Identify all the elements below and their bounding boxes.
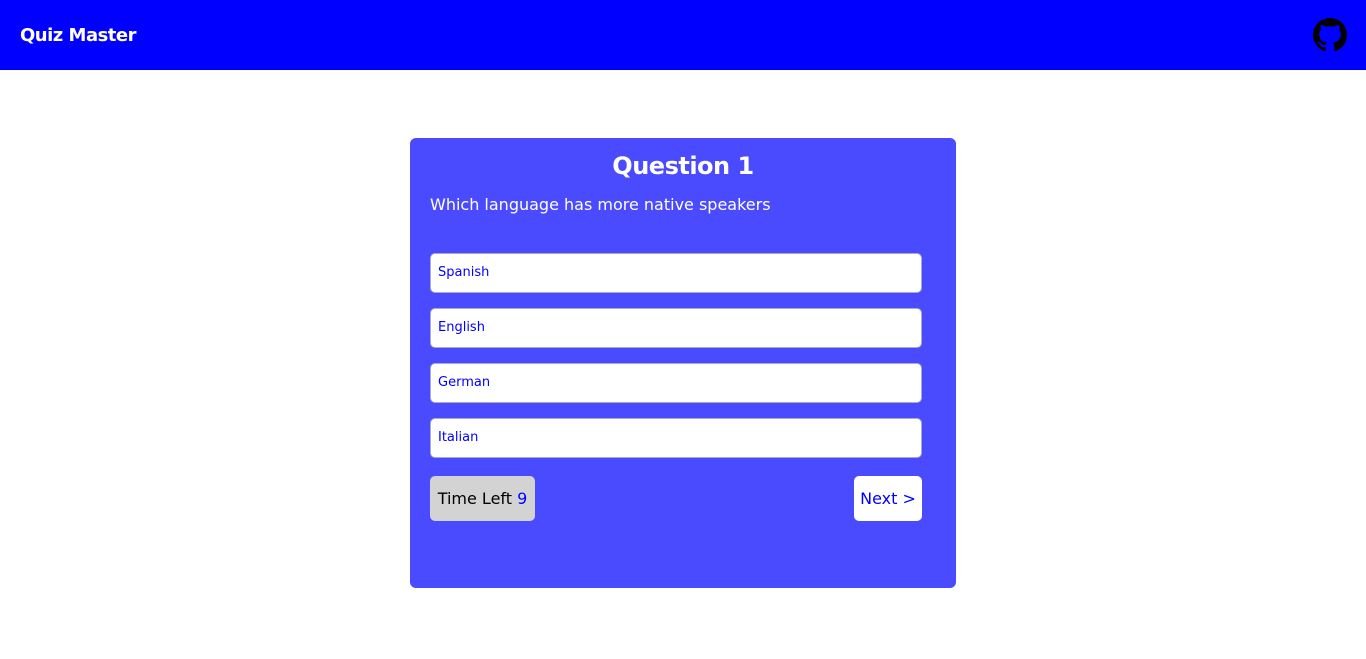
question-text: Which language has more native speakers	[430, 195, 771, 214]
timer-badge: Time Left 9	[430, 476, 535, 521]
question-title: Question 1	[612, 152, 754, 180]
github-icon[interactable]	[1313, 18, 1347, 52]
next-button[interactable]: Next >	[854, 476, 922, 521]
option-italian[interactable]: Italian	[430, 418, 922, 458]
option-english[interactable]: English	[430, 308, 922, 348]
option-german[interactable]: German	[430, 363, 922, 403]
brand-link[interactable]: Quiz Master	[20, 24, 137, 48]
option-spanish[interactable]: Spanish	[430, 253, 922, 293]
question-card: Question 1 Which language has more nativ…	[410, 138, 956, 588]
navbar: Quiz Master	[0, 0, 1366, 70]
timer-label: Time Left	[437, 489, 513, 508]
timer-value: 9	[517, 489, 528, 508]
